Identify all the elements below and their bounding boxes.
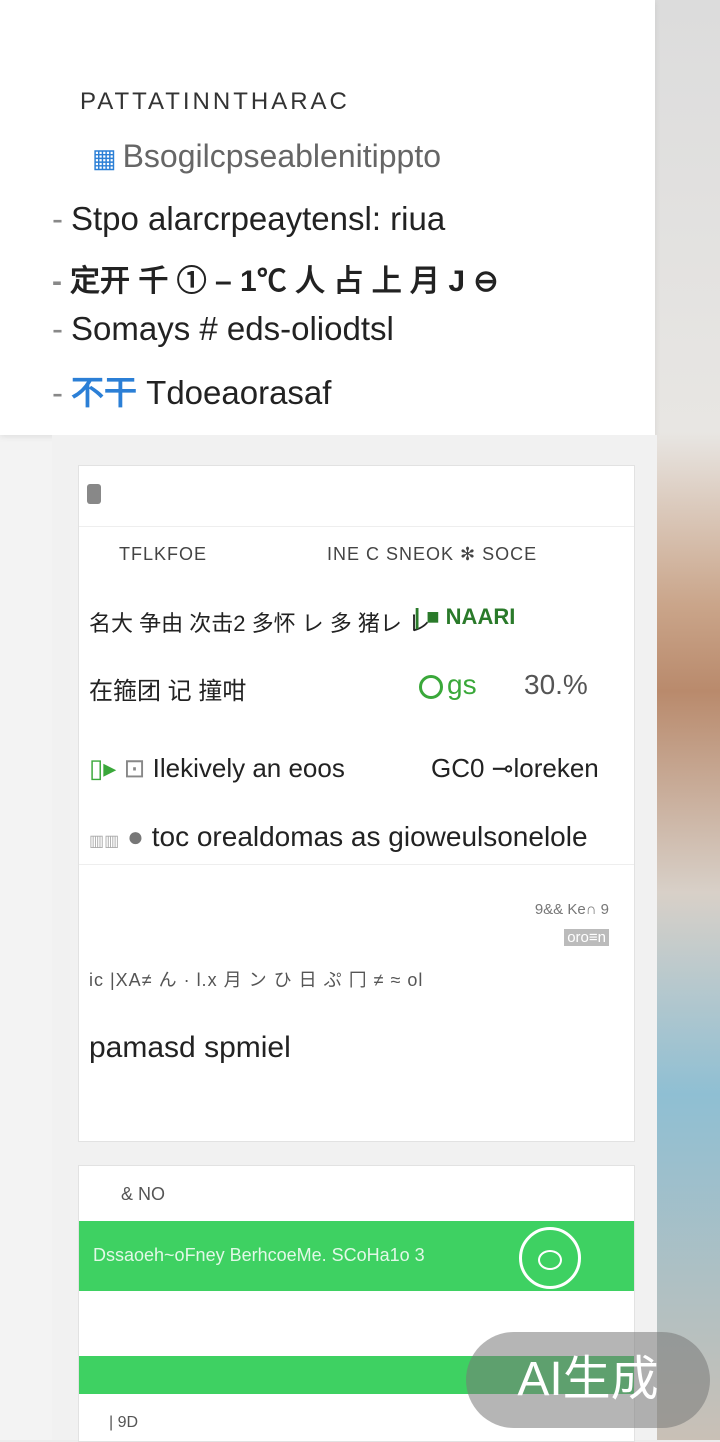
table-row[interactable]: 名大 争由 次击2 多怀 レ 多 猪レ レ <box>89 606 624 638</box>
barcode-icon: ▥▥ <box>89 833 120 850</box>
row-value: GC0 ⊸loreken <box>431 753 599 783</box>
status-indicator: gs <box>419 669 477 701</box>
divider <box>79 864 634 865</box>
meta-line: 9&& Ke∩ 9 <box>534 901 609 918</box>
page-subtitle: ▦ Bsogilcpseablenitippto <box>92 138 441 175</box>
list-item[interactable]: - 定开 千 ① – 1℃ 人 占 上 月 J ⊖ <box>52 256 499 300</box>
header-card: PATTATINNTHARAC ▦ Bsogilcpseablenitippto … <box>0 0 655 435</box>
row-label: Ilekively an eoos <box>152 753 345 783</box>
status-text: gs <box>447 669 477 700</box>
background-photo <box>655 0 720 1440</box>
row-label: toc orealdomas as gioweulsonelole <box>151 821 588 852</box>
status-badge: | ■ NAARI <box>414 604 516 629</box>
timestamp: 9&& Ke∩ 9 oro≡n <box>535 896 609 952</box>
section-label: & NO <box>121 1184 166 1204</box>
row-label: 在箍团 记 撞咁 <box>89 678 247 705</box>
meta-badge: oro≡n <box>564 929 609 946</box>
row-label: 名大 争由 次击2 多怀 レ 多 猪レ レ <box>89 611 431 636</box>
bullet-icon: ● <box>127 821 144 852</box>
grid-icon: ▦ <box>92 143 117 173</box>
list-item[interactable]: - 不干 Tdoeaorasaf <box>52 366 331 414</box>
column-header-right: INE C SNEOK ✻ SOCE <box>327 544 538 564</box>
dash-icon: - <box>52 200 63 237</box>
list-item[interactable]: - Somays # eds-oliodtsl <box>52 310 394 348</box>
bar-label: Dssaoeh~oFney BerhcoeMe. SCoHa1o 3 <box>93 1245 425 1265</box>
breadcrumb: PATTATINNTHARAC <box>80 88 350 115</box>
details-card: TFLKFOE INE C SNEOK ✻ SOCE 名大 争由 次击2 多怀 … <box>78 465 635 1142</box>
ring-icon <box>419 674 443 699</box>
list-item[interactable]: - Stpo alarcrpeaytensl: riua <box>52 200 445 238</box>
ai-generated-badge: AI生成 <box>466 1332 710 1428</box>
list-item-prefix: 不干 <box>71 374 137 411</box>
subtitle-text: Bsogilcpseablenitippto <box>122 138 442 174</box>
percent-value: 30.% <box>524 669 588 700</box>
description-text: pamasd spmiel <box>89 1031 291 1064</box>
chart-icon: ▯▸ <box>89 753 117 783</box>
table-row[interactable]: ▥▥ ● toc orealdomas as gioweulsonelole <box>89 821 624 853</box>
dash-icon: - <box>52 265 62 298</box>
footer-text: | 9D <box>109 1414 139 1431</box>
table-row[interactable]: ▯▸ ⊡ Ilekively an eoos GC0 ⊸loreken <box>89 753 624 784</box>
note-text: ic |XA≠ ん · l.x 月 ン ひ 日 ぷ 冂 ≠ ≈ ol <box>89 970 424 990</box>
card-header <box>79 466 634 527</box>
dash-icon: - <box>52 310 63 347</box>
background-margin <box>0 435 52 1440</box>
column-header-left: TFLKFOE <box>119 544 208 564</box>
camera-icon[interactable] <box>519 1227 581 1289</box>
dash-icon: - <box>52 374 63 411</box>
list-item-label: 定开 千 ① – 1℃ 人 占 上 月 J ⊖ <box>70 265 499 298</box>
primary-action-bar[interactable]: Dssaoeh~oFney BerhcoeMe. SCoHa1o 3 <box>79 1221 634 1291</box>
checkbox-icon[interactable]: ⊡ <box>124 753 146 783</box>
list-item-label: Tdoeaorasaf <box>146 374 332 411</box>
list-item-label: Stpo alarcrpeaytensl: riua <box>71 200 446 237</box>
handle-icon[interactable] <box>87 484 101 504</box>
list-item-label: Somays # eds-oliodtsl <box>71 310 394 347</box>
